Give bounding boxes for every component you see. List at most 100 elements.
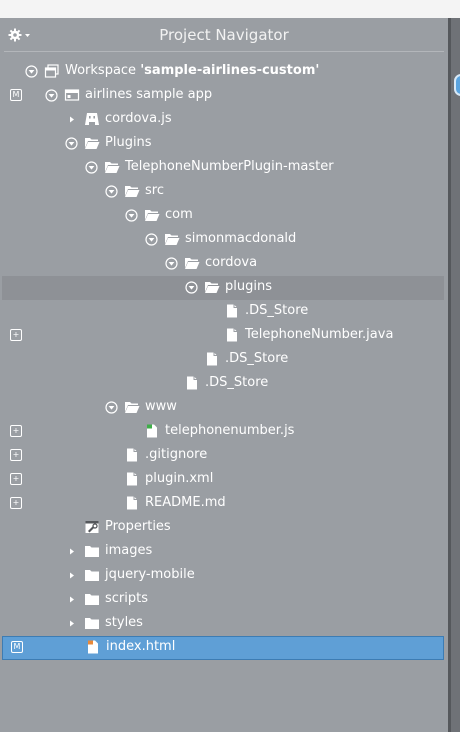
tree-row-cordova-js[interactable]: cordova.js	[0, 108, 448, 132]
tree-item-label: .DS_Store	[245, 303, 309, 318]
tree-row-images[interactable]: images	[0, 540, 448, 564]
tree-item-label: jquery-mobile	[105, 567, 195, 582]
tree-item-label: plugin.xml	[145, 471, 214, 486]
tree-item-label: cordova	[205, 255, 258, 270]
added-badge: +	[10, 497, 22, 509]
expand-arrow-icon[interactable]	[65, 113, 78, 126]
tree-row-plugin-master[interactable]: TelephoneNumberPlugin-master	[0, 156, 448, 180]
vertical-scrollbar[interactable]	[448, 18, 460, 732]
collapse-toggle-icon[interactable]	[85, 161, 98, 174]
tree-row-ds-store[interactable]: .DS_Store	[0, 348, 448, 372]
open-folder-icon	[85, 138, 100, 149]
added-badge: +	[10, 329, 22, 341]
tree-row-gitignore[interactable]: + .gitignore	[0, 444, 448, 468]
tree-row-properties[interactable]: Properties	[0, 516, 448, 540]
tree-item-label: com	[165, 207, 193, 222]
file-icon	[207, 352, 217, 366]
header-divider	[4, 51, 444, 52]
open-folder-icon	[205, 282, 220, 293]
tree-item-label: cordova.js	[105, 111, 172, 126]
open-folder-icon	[185, 258, 200, 269]
expand-arrow-icon[interactable]	[65, 617, 78, 630]
tree-row-telephonenumber-java[interactable]: + TelephoneNumber.java	[0, 324, 448, 348]
tree-item-label: index.html	[106, 639, 176, 654]
collapse-toggle-icon[interactable]	[185, 281, 198, 294]
tree-row-scripts[interactable]: scripts	[0, 588, 448, 612]
collapse-toggle-icon[interactable]	[65, 137, 78, 150]
collapse-toggle-icon[interactable]	[45, 89, 58, 102]
tree-item-label: airlines sample app	[85, 87, 213, 102]
tree-row-www[interactable]: www	[0, 396, 448, 420]
collapse-toggle-icon[interactable]	[105, 185, 118, 198]
tree-row-styles[interactable]: styles	[0, 612, 448, 636]
open-folder-icon	[165, 234, 180, 245]
folder-icon	[85, 618, 99, 629]
properties-icon	[85, 521, 99, 533]
collapse-toggle-icon[interactable]	[125, 209, 138, 222]
tree-item-label: TelephoneNumberPlugin-master	[125, 159, 334, 174]
file-icon	[127, 448, 137, 462]
tree-row-index-html-selected[interactable]: M index.html	[2, 636, 444, 660]
file-icon	[227, 304, 237, 318]
workspace-label: Workspace 'sample-airlines-custom'	[65, 63, 320, 78]
scroll-knob[interactable]	[454, 74, 460, 96]
collapse-toggle-icon[interactable]	[25, 65, 38, 78]
open-folder-icon	[125, 402, 140, 413]
open-folder-icon	[105, 162, 120, 173]
modified-badge: M	[10, 89, 22, 101]
tree-item-label: .gitignore	[145, 447, 208, 462]
workspace-name: 'sample-airlines-custom'	[140, 63, 320, 78]
panel-header: Project Navigator	[0, 18, 448, 52]
tree-item-label: Plugins	[105, 135, 152, 150]
tree-row-workspace[interactable]: Workspace 'sample-airlines-custom'	[0, 60, 448, 84]
added-badge: +	[10, 425, 22, 437]
tree-item-label: simonmacdonald	[185, 231, 297, 246]
tree-row-telephonenumber-js[interactable]: + telephonenumber.js	[0, 420, 448, 444]
panel-title: Project Navigator	[159, 26, 289, 44]
tree-row-ds-store[interactable]: .DS_Store	[0, 300, 448, 324]
tree-item-label: www	[145, 399, 177, 414]
workspace-icon	[44, 64, 59, 78]
tree-row-project[interactable]: M airlines sample app	[0, 84, 448, 108]
tree-row-simonmacdonald[interactable]: simonmacdonald	[0, 228, 448, 252]
js-file-icon	[147, 424, 157, 438]
tree-row-com[interactable]: com	[0, 204, 448, 228]
tree-item-label: scripts	[105, 591, 148, 606]
tree-item-label: .DS_Store	[205, 375, 269, 390]
collapse-toggle-icon[interactable]	[105, 401, 118, 414]
tree-row-cordova[interactable]: cordova	[0, 252, 448, 276]
tree-row-plugins-folder-selected[interactable]: plugins	[2, 276, 444, 300]
added-badge: +	[10, 473, 22, 485]
tree-row-ds-store[interactable]: .DS_Store	[0, 372, 448, 396]
file-icon	[187, 376, 197, 390]
tree-row-jquery-mobile[interactable]: jquery-mobile	[0, 564, 448, 588]
folder-icon	[85, 570, 99, 581]
tree-row-src[interactable]: src	[0, 180, 448, 204]
tree-item-label: Properties	[105, 519, 171, 534]
window-top-strip	[0, 0, 460, 18]
tree-item-label: .DS_Store	[225, 351, 289, 366]
tree-row-plugin-xml[interactable]: + plugin.xml	[0, 468, 448, 492]
tree-item-label: images	[105, 543, 153, 558]
open-folder-icon	[145, 210, 160, 221]
expand-arrow-icon[interactable]	[65, 545, 78, 558]
tree-item-label: styles	[105, 615, 143, 630]
cordova-icon	[85, 113, 99, 125]
collapse-toggle-icon[interactable]	[145, 233, 158, 246]
tree-row-readme[interactable]: + README.md	[0, 492, 448, 516]
tree-item-label: README.md	[145, 495, 226, 510]
file-icon	[127, 496, 137, 510]
file-icon	[127, 472, 137, 486]
modified-badge: M	[11, 641, 23, 653]
tree-item-label: telephonenumber.js	[165, 423, 295, 438]
collapse-toggle-icon[interactable]	[165, 257, 178, 270]
folder-icon	[85, 594, 99, 605]
project-icon	[64, 89, 80, 101]
tree-item-label: plugins	[225, 279, 272, 294]
tree-item-label: src	[145, 183, 164, 198]
expand-arrow-icon[interactable]	[65, 569, 78, 582]
folder-icon	[85, 546, 99, 557]
open-folder-icon	[125, 186, 140, 197]
expand-arrow-icon[interactable]	[65, 593, 78, 606]
tree-row-plugins[interactable]: Plugins	[0, 132, 448, 156]
